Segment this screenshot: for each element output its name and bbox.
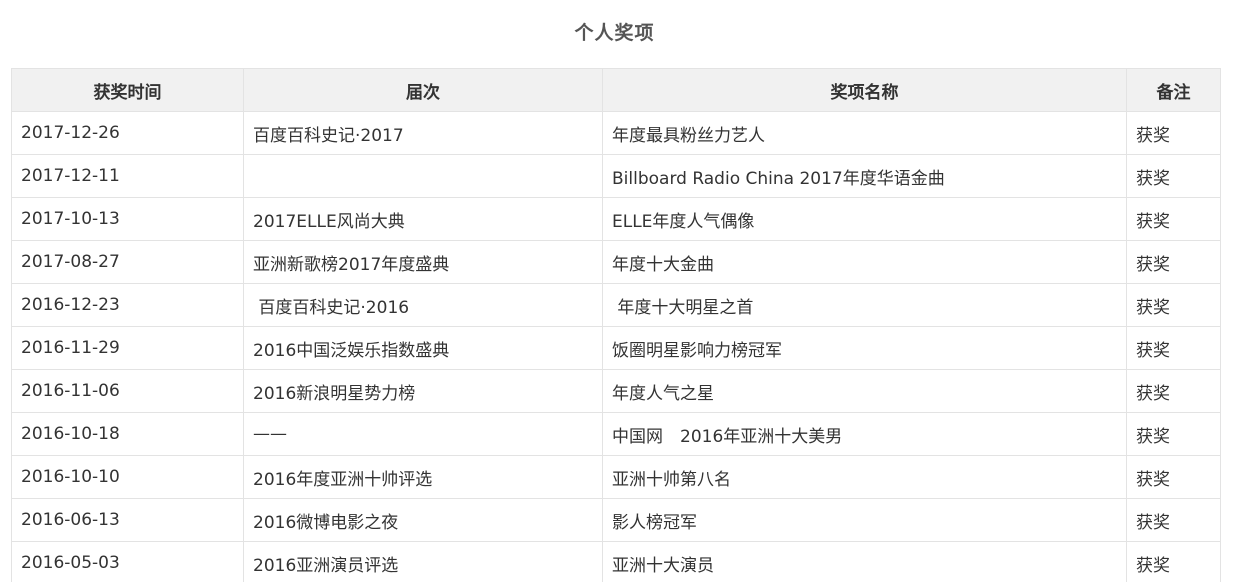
cell-session: —— <box>243 412 603 456</box>
cell-note: 获奖 <box>1126 240 1221 284</box>
cell-note: 获奖 <box>1126 197 1221 241</box>
cell-date: 2016-11-29 <box>11 326 244 370</box>
cell-award: 亚洲十帅第八名 <box>602 455 1127 499</box>
table-row: 2016-12-23 百度百科史记·2016 年度十大明星之首 获奖 <box>11 283 1221 327</box>
table-row: 2017-12-26 百度百科史记·2017 年度最具粉丝力艺人 获奖 <box>11 111 1221 155</box>
table-row: 2016-11-29 2016中国泛娱乐指数盛典 饭圈明星影响力榜冠军 获奖 <box>11 326 1221 370</box>
cell-note: 获奖 <box>1126 326 1221 370</box>
table-header-row: 获奖时间 届次 奖项名称 备注 <box>11 68 1221 112</box>
section-title: 个人奖项 <box>574 22 655 44</box>
cell-date: 2016-12-23 <box>11 283 244 327</box>
table-row: 2016-10-10 2016年度亚洲十帅评选 亚洲十帅第八名 获奖 <box>11 455 1221 499</box>
cell-award: 饭圈明星影响力榜冠军 <box>602 326 1127 370</box>
cell-date: 2017-12-26 <box>11 111 244 155</box>
cell-award: 亚洲十大演员 <box>602 541 1127 582</box>
cell-session <box>243 154 603 198</box>
cell-session: 2016年度亚洲十帅评选 <box>243 455 603 499</box>
cell-date: 2016-11-06 <box>11 369 244 413</box>
awards-page: 个人奖项 获奖时间 届次 奖项名称 备注 2017-12-26 百度百科史记·2… <box>0 0 1259 582</box>
cell-date: 2016-06-13 <box>11 498 244 542</box>
cell-award: 年度人气之星 <box>602 369 1127 413</box>
cell-award: Billboard Radio China 2017年度华语金曲 <box>602 154 1127 198</box>
table-row: 2017-08-27 亚洲新歌榜2017年度盛典 年度十大金曲 获奖 <box>11 240 1221 284</box>
cell-session: 2017ELLE风尚大典 <box>243 197 603 241</box>
cell-session: 百度百科史记·2016 <box>243 283 603 327</box>
cell-date: 2017-12-11 <box>11 154 244 198</box>
cell-date: 2016-05-03 <box>11 541 244 582</box>
table-row: 2016-10-18 —— 中国网 2016年亚洲十大美男 获奖 <box>11 412 1221 456</box>
cell-award: 年度十大金曲 <box>602 240 1127 284</box>
header-award: 奖项名称 <box>602 68 1127 112</box>
cell-note: 获奖 <box>1126 111 1221 155</box>
table-row: 2016-05-03 2016亚洲演员评选 亚洲十大演员 获奖 <box>11 541 1221 582</box>
header-note: 备注 <box>1126 68 1221 112</box>
awards-table: 获奖时间 届次 奖项名称 备注 2017-12-26 百度百科史记·2017 年… <box>11 68 1221 582</box>
table-row: 2016-06-13 2016微博电影之夜 影人榜冠军 获奖 <box>11 498 1221 542</box>
cell-award: 影人榜冠军 <box>602 498 1127 542</box>
cell-note: 获奖 <box>1126 412 1221 456</box>
cell-session: 2016新浪明星势力榜 <box>243 369 603 413</box>
cell-note: 获奖 <box>1126 455 1221 499</box>
header-date: 获奖时间 <box>11 68 244 112</box>
cell-note: 获奖 <box>1126 498 1221 542</box>
cell-session: 亚洲新歌榜2017年度盛典 <box>243 240 603 284</box>
cell-note: 获奖 <box>1126 541 1221 582</box>
cell-session: 百度百科史记·2017 <box>243 111 603 155</box>
cell-award: 年度十大明星之首 <box>602 283 1127 327</box>
table-row: 2017-12-11 Billboard Radio China 2017年度华… <box>11 154 1221 198</box>
cell-session: 2016中国泛娱乐指数盛典 <box>243 326 603 370</box>
cell-session: 2016亚洲演员评选 <box>243 541 603 582</box>
cell-date: 2017-08-27 <box>11 240 244 284</box>
cell-date: 2016-10-18 <box>11 412 244 456</box>
cell-award: 年度最具粉丝力艺人 <box>602 111 1127 155</box>
table-row: 2016-11-06 2016新浪明星势力榜 年度人气之星 获奖 <box>11 369 1221 413</box>
cell-date: 2017-10-13 <box>11 197 244 241</box>
cell-session: 2016微博电影之夜 <box>243 498 603 542</box>
cell-note: 获奖 <box>1126 154 1221 198</box>
cell-note: 获奖 <box>1126 283 1221 327</box>
cell-award: 中国网 2016年亚洲十大美男 <box>602 412 1127 456</box>
cell-note: 获奖 <box>1126 369 1221 413</box>
header-session: 届次 <box>243 68 603 112</box>
cell-award: ELLE年度人气偶像 <box>602 197 1127 241</box>
cell-date: 2016-10-10 <box>11 455 244 499</box>
table-row: 2017-10-13 2017ELLE风尚大典 ELLE年度人气偶像 获奖 <box>11 197 1221 241</box>
